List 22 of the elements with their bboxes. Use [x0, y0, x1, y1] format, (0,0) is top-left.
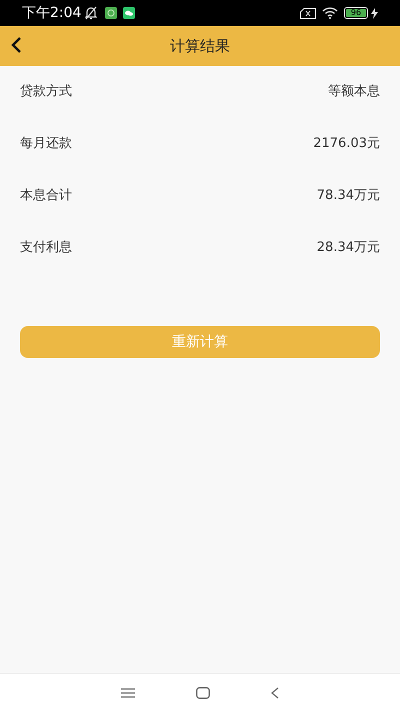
result-label: 每月还款: [20, 135, 72, 153]
result-value: 等额本息: [328, 83, 380, 101]
back-button[interactable]: [10, 36, 22, 54]
back-icon[interactable]: [271, 686, 280, 698]
wifi-icon: [322, 7, 338, 19]
result-value: 78.34万元: [316, 187, 380, 205]
battery-indicator: 96: [344, 7, 368, 19]
chat-app-icon: [123, 7, 136, 19]
menu-icon[interactable]: [120, 688, 135, 698]
result-label: 本息合计: [20, 187, 72, 205]
result-label: 贷款方式: [20, 83, 72, 101]
result-label: 支付利息: [20, 239, 72, 257]
recalculate-button[interactable]: 重新计算: [20, 326, 380, 358]
app-notification-icon: [105, 7, 118, 19]
home-icon[interactable]: [196, 686, 210, 698]
result-value: 28.34万元: [316, 239, 380, 257]
charging-icon: [371, 8, 378, 18]
sim-missing-icon: [300, 8, 316, 18]
bell-off-icon: [85, 6, 98, 20]
result-value: 2176.03元: [313, 135, 380, 153]
page-title: 计算结果: [170, 36, 230, 57]
status-time: 下午2:04: [22, 4, 82, 22]
